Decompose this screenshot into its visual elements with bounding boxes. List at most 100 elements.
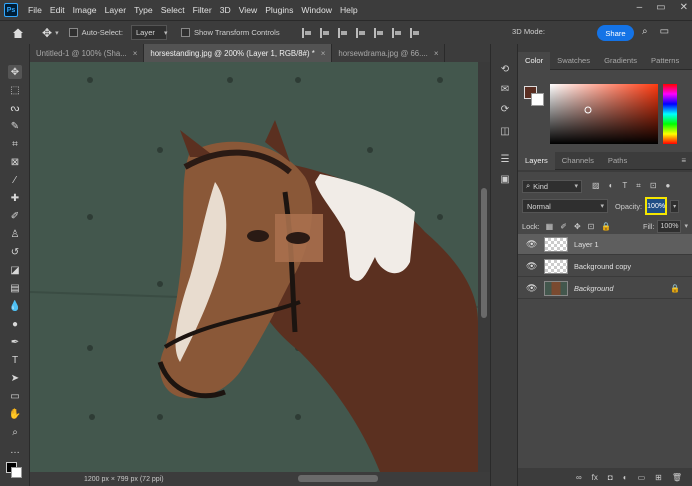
menu-3d[interactable]: 3D — [216, 5, 235, 15]
menu-select[interactable]: Select — [157, 5, 189, 15]
background-color-swatch[interactable] — [11, 467, 22, 478]
pen-tool-icon[interactable]: ✒ — [8, 335, 22, 349]
shape-filter-icon[interactable]: ⌗ — [636, 181, 641, 191]
adjust-panel-icon[interactable]: ◫ — [498, 124, 512, 138]
close-icon[interactable]: × — [434, 49, 439, 58]
background-color-chip[interactable] — [531, 93, 544, 106]
lock-all-icon[interactable]: 🔒 — [601, 222, 611, 231]
visibility-eye-icon[interactable]: 👁 — [526, 283, 537, 294]
home-icon[interactable] — [12, 27, 24, 39]
menu-file[interactable]: File — [24, 5, 46, 15]
layer-row-background[interactable]: 👁 Background 🔒 — [518, 278, 692, 299]
visibility-eye-icon[interactable]: 👁 — [526, 261, 537, 272]
lock-artboard-icon[interactable]: ⊡ — [588, 222, 595, 231]
visibility-eye-icon[interactable]: 👁 — [526, 239, 537, 250]
hand-tool-icon[interactable]: ✋ — [8, 407, 22, 421]
tab-layers[interactable]: Layers — [518, 151, 555, 170]
crop-tool-icon[interactable]: ⌗ — [8, 137, 22, 151]
document-canvas[interactable] — [30, 62, 478, 472]
tab-color[interactable]: Color — [518, 51, 551, 70]
layer-row-background-copy[interactable]: 👁 Background copy — [518, 256, 692, 277]
color-picker-field[interactable] — [550, 84, 658, 144]
type-tool-icon[interactable]: T — [8, 353, 22, 367]
menu-view[interactable]: View — [235, 5, 261, 15]
filter-toggle-icon[interactable]: ● — [666, 181, 671, 191]
distribute-icon[interactable] — [409, 27, 420, 38]
trash-icon[interactable]: 🗑 — [672, 473, 682, 482]
align-bottom-icon[interactable] — [391, 27, 402, 38]
close-icon[interactable]: × — [133, 49, 138, 58]
eraser-tool-icon[interactable]: ◪ — [8, 263, 22, 277]
tab-horsewdrama[interactable]: horsewdrama.jpg @ 66.... × — [332, 44, 446, 62]
scrollbar-thumb[interactable] — [481, 188, 487, 318]
maximize-icon[interactable]: ▭ — [656, 2, 665, 13]
dodge-tool-icon[interactable]: ● — [8, 317, 22, 331]
more-tools-icon[interactable]: … — [8, 443, 22, 457]
align-middle-icon[interactable] — [373, 27, 384, 38]
smart-object-filter-icon[interactable]: ⊡ — [650, 181, 657, 191]
opacity-slider-toggle[interactable]: ▾ — [670, 199, 680, 213]
lock-transparency-icon[interactable]: ▦ — [546, 222, 554, 231]
properties-panel-icon[interactable]: ☰ — [498, 152, 512, 166]
menu-type[interactable]: Type — [130, 5, 157, 15]
tab-horsestanding[interactable]: horsestanding.jpg @ 200% (Layer 1, RGB/8… — [144, 44, 333, 62]
history-panel-icon[interactable]: ⟲ — [498, 62, 512, 76]
menu-window[interactable]: Window — [297, 5, 336, 15]
fill-input[interactable]: 100% — [657, 219, 682, 233]
show-transform-checkbox[interactable] — [180, 28, 194, 38]
libraries-panel-icon[interactable]: ⟳ — [498, 102, 512, 116]
close-icon[interactable]: ✕ — [680, 2, 688, 13]
menu-layer[interactable]: Layer — [101, 5, 131, 15]
auto-select-dropdown[interactable]: Layer ▾ — [130, 25, 167, 40]
panel-menu-icon[interactable]: ≡ — [681, 156, 686, 165]
lasso-tool-icon[interactable]: ᔓ — [8, 101, 22, 115]
healing-tool-icon[interactable]: ✚ — [8, 191, 22, 205]
quick-select-tool-icon[interactable]: ✎ — [8, 119, 22, 133]
tab-untitled-1[interactable]: Untitled-1 @ 100% (Sha... × — [30, 44, 145, 62]
tab-gradients[interactable]: Gradients — [597, 52, 644, 70]
vertical-scrollbar[interactable] — [478, 62, 490, 472]
move-tool-icon[interactable]: ✥ — [42, 26, 52, 40]
link-layers-icon[interactable]: ∞ — [576, 473, 582, 482]
path-select-tool-icon[interactable]: ➤ — [8, 371, 22, 385]
chevron-down-icon[interactable]: ▾ — [684, 222, 688, 230]
move-tool-icon[interactable]: ✥ — [8, 65, 22, 79]
clone-stamp-tool-icon[interactable]: ♙ — [8, 227, 22, 241]
adjustment-filter-icon[interactable]: ◐ — [609, 181, 614, 191]
menu-filter[interactable]: Filter — [189, 5, 216, 15]
rectangle-tool-icon[interactable]: ▭ — [8, 389, 22, 403]
close-icon[interactable]: × — [321, 49, 326, 58]
eyedropper-tool-icon[interactable]: ⁄ — [8, 173, 22, 187]
hue-slider[interactable] — [663, 84, 677, 144]
menu-edit[interactable]: Edit — [46, 5, 69, 15]
marquee-tool-icon[interactable]: ⬚ — [8, 83, 22, 97]
horizontal-scrollbar-thumb[interactable] — [298, 475, 378, 482]
minimize-icon[interactable]: – — [637, 2, 643, 13]
tab-channels[interactable]: Channels — [555, 152, 601, 170]
chevron-down-icon[interactable]: ▾ — [55, 29, 59, 37]
blend-mode-dropdown[interactable]: Normal ▾ — [522, 199, 608, 213]
lock-pixels-icon[interactable]: ✐ — [560, 222, 567, 231]
align-center-icon[interactable] — [319, 27, 330, 38]
add-mask-icon[interactable]: ◘ — [608, 473, 613, 482]
opacity-input[interactable]: 100% — [645, 197, 668, 215]
align-right-icon[interactable] — [337, 27, 348, 38]
tab-paths[interactable]: Paths — [601, 152, 634, 170]
adjustment-layer-icon[interactable]: ◐ — [623, 473, 628, 482]
frame-tool-icon[interactable]: ⊠ — [8, 155, 22, 169]
align-top-icon[interactable] — [355, 27, 366, 38]
tab-patterns[interactable]: Patterns — [644, 52, 686, 70]
history-brush-tool-icon[interactable]: ↺ — [8, 245, 22, 259]
brush-tool-icon[interactable]: ✐ — [8, 209, 22, 223]
blur-tool-icon[interactable]: 💧 — [8, 299, 22, 313]
menu-image[interactable]: Image — [69, 5, 101, 15]
kind-filter-dropdown[interactable]: ⌕ Kind ▾ — [522, 179, 582, 193]
zoom-tool-icon[interactable]: ⌕ — [8, 425, 22, 439]
lock-position-icon[interactable]: ✥ — [574, 222, 581, 231]
brushes-panel-icon[interactable]: ▣ — [498, 172, 512, 186]
type-filter-icon[interactable]: T — [622, 181, 627, 191]
search-icon[interactable]: ⌕ — [642, 26, 648, 37]
align-left-icon[interactable] — [301, 27, 312, 38]
fx-icon[interactable]: fx — [592, 473, 598, 482]
menu-help[interactable]: Help — [336, 5, 362, 15]
